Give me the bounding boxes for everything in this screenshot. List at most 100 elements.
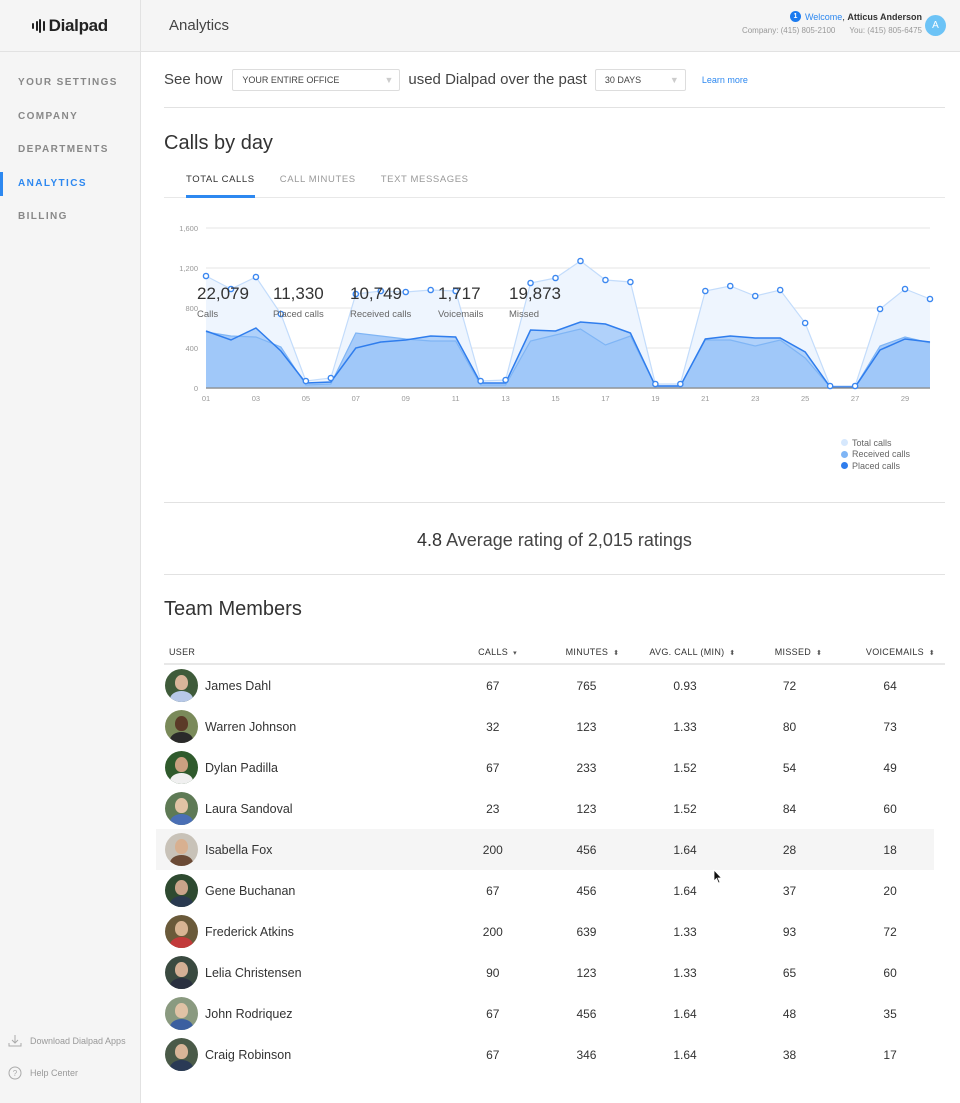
table-body: James Dahl 67 765 0.93 72 64 Warren Johnson 32 1…: [156, 665, 945, 1075]
stat-label: Voicemails: [438, 309, 484, 320]
column-label: AVG. CALL (MIN): [649, 646, 725, 657]
column-header-avg-call[interactable]: AVG. CALL (MIN) ⬍: [644, 647, 741, 657]
user-name[interactable]: Frederick Atkins: [205, 925, 294, 939]
welcome-link[interactable]: Welcome: [805, 12, 842, 22]
minutes-cell: 123: [576, 801, 597, 816]
mouse-cursor-icon: [713, 869, 723, 884]
user-name[interactable]: James Dahl: [205, 679, 271, 693]
call-stats: 22,079 Calls 11,330 Placed calls 10,749 …: [197, 284, 575, 320]
total-calls-point: [751, 292, 759, 300]
period-select-value: 30 DAYS: [604, 74, 642, 85]
x-tick-label: 09: [402, 394, 410, 403]
table-header: USER CALLS ▾ MINUTES ⬍ AVG. CALL (MIN) ⬍ MI…: [164, 640, 945, 665]
svg-text:?: ?: [13, 1069, 18, 1078]
scope-select[interactable]: YOUR ENTIRE OFFICE ▼: [232, 68, 401, 91]
column-header-missed[interactable]: MISSED ⬍: [741, 647, 856, 657]
minutes-cell: 123: [576, 965, 597, 980]
table-row[interactable]: John Rodriquez 67 456 1.64 48 35: [156, 993, 934, 1034]
user-name[interactable]: Craig Robinson: [205, 1048, 291, 1062]
stat-received-calls: 10,749 Received calls: [350, 284, 424, 320]
voicemails-cell: 49: [883, 760, 897, 775]
avatar: [165, 956, 198, 989]
avatar: [165, 874, 198, 907]
user-name[interactable]: Laura Sandoval: [205, 802, 293, 816]
sidebar-item-analytics[interactable]: ANALYTICS: [0, 167, 140, 201]
total-calls-point: [876, 305, 884, 313]
period-select[interactable]: 30 DAYS ▼: [594, 68, 686, 91]
column-header-user[interactable]: USER: [164, 647, 454, 657]
table-row[interactable]: Laura Sandoval 23 123 1.52 84 60: [156, 788, 934, 829]
user-cell: Lelia Christensen: [164, 956, 450, 989]
tab-total-calls[interactable]: TOTAL CALLS: [186, 172, 255, 198]
minutes-cell: 765: [576, 678, 597, 693]
total-calls-point: [477, 377, 484, 385]
voicemails-cell: 35: [883, 1006, 897, 1021]
user-name[interactable]: Dylan Padilla: [205, 761, 278, 775]
sidebar-item-billing[interactable]: BILLING: [0, 200, 140, 234]
voicemails-cell: 64: [883, 678, 897, 693]
table-row[interactable]: Craig Robinson 67 346 1.64 38 17: [156, 1034, 934, 1075]
total-calls-point: [502, 376, 509, 384]
avg-call-cell: 1.52: [673, 760, 697, 775]
sidebar-item-company[interactable]: COMPANY: [0, 100, 140, 134]
download-icon: [8, 1035, 22, 1047]
table-row[interactable]: Gene Buchanan 67 456 1.64 37 20: [156, 870, 934, 911]
user-name[interactable]: Isabella Fox: [205, 843, 272, 857]
table-row[interactable]: Frederick Atkins 200 639 1.33 93 72: [156, 911, 934, 952]
total-calls-point: [851, 382, 859, 390]
stat-voicemails: 1,717 Voicemails: [438, 284, 495, 320]
column-header-minutes[interactable]: MINUTES ⬍: [541, 647, 644, 657]
sidebar-item-your-settings[interactable]: YOUR SETTINGS: [0, 66, 140, 100]
legend-swatch: [840, 462, 848, 470]
sidebar-nav: YOUR SETTINGS COMPANY DEPARTMENTS ANALYT…: [0, 52, 140, 234]
legend-label: Placed calls: [851, 460, 900, 471]
y-tick-label: 1,600: [179, 224, 198, 233]
user-name[interactable]: Lelia Christensen: [205, 966, 302, 980]
table-row[interactable]: Warren Johnson 32 123 1.33 80 73: [156, 706, 934, 747]
notification-badge[interactable]: 1: [789, 11, 801, 22]
avg-call-cell: 1.64: [673, 1047, 697, 1062]
total-calls-point: [652, 380, 659, 388]
rating-value: 4.8: [417, 530, 443, 550]
y-tick-label: 0: [194, 384, 198, 393]
voicemails-cell: 20: [883, 883, 897, 898]
tab-call-minutes[interactable]: CALL MINUTES: [280, 172, 356, 197]
table-row[interactable]: Lelia Christensen 90 123 1.33 65 60: [156, 952, 934, 993]
avg-call-cell: 1.33: [673, 965, 697, 980]
table-row[interactable]: Isabella Fox 200 456 1.64 28 18: [156, 829, 934, 870]
user-avatar[interactable]: A: [925, 15, 946, 36]
chart-tabs: TOTAL CALLS CALL MINUTES TEXT MESSAGES: [164, 172, 945, 198]
voicemails-cell: 17: [883, 1047, 897, 1062]
x-tick-label: 01: [202, 394, 210, 403]
missed-cell: 28: [782, 842, 797, 857]
user-name: Atticus Anderson: [847, 11, 922, 22]
chevron-down-icon: ▼: [669, 74, 679, 85]
y-tick-label: 400: [185, 344, 198, 353]
total-calls-point: [327, 374, 335, 382]
legend-received-calls: Received calls: [840, 449, 910, 461]
table-row[interactable]: James Dahl 67 765 0.93 72 64: [156, 665, 934, 706]
help-center-link[interactable]: ? Help Center: [0, 1057, 140, 1089]
table-row[interactable]: Dylan Padilla 67 233 1.52 54 49: [156, 747, 934, 788]
filter-bar: See how YOUR ENTIRE OFFICE ▼ used Dialpa…: [164, 52, 945, 108]
user-name[interactable]: John Rodriquez: [205, 1007, 293, 1021]
total-calls-point: [627, 278, 634, 286]
team-members-title: Team Members: [164, 598, 302, 620]
avatar: [165, 833, 198, 866]
download-apps-label: Download Dialpad Apps: [30, 1036, 126, 1046]
brand-logo[interactable]: Dialpad: [0, 0, 140, 52]
column-header-calls[interactable]: CALLS ▾: [454, 647, 541, 657]
download-apps-link[interactable]: Download Dialpad Apps: [0, 1025, 140, 1057]
stat-label: Calls: [197, 309, 219, 320]
column-header-voicemails[interactable]: VOICEMAILS ⬍: [856, 647, 945, 657]
user-name[interactable]: Warren Johnson: [205, 720, 296, 734]
minutes-cell: 639: [576, 924, 597, 939]
sidebar-item-departments[interactable]: DEPARTMENTS: [0, 133, 140, 167]
chart-legend: Total calls Received calls Placed calls: [840, 437, 910, 472]
missed-cell: 37: [782, 883, 797, 898]
user-cell: Craig Robinson: [164, 1038, 450, 1071]
learn-more-link[interactable]: Learn more: [702, 75, 748, 85]
minutes-cell: 346: [576, 1047, 597, 1062]
user-name[interactable]: Gene Buchanan: [205, 884, 295, 898]
tab-text-messages[interactable]: TEXT MESSAGES: [381, 172, 469, 197]
